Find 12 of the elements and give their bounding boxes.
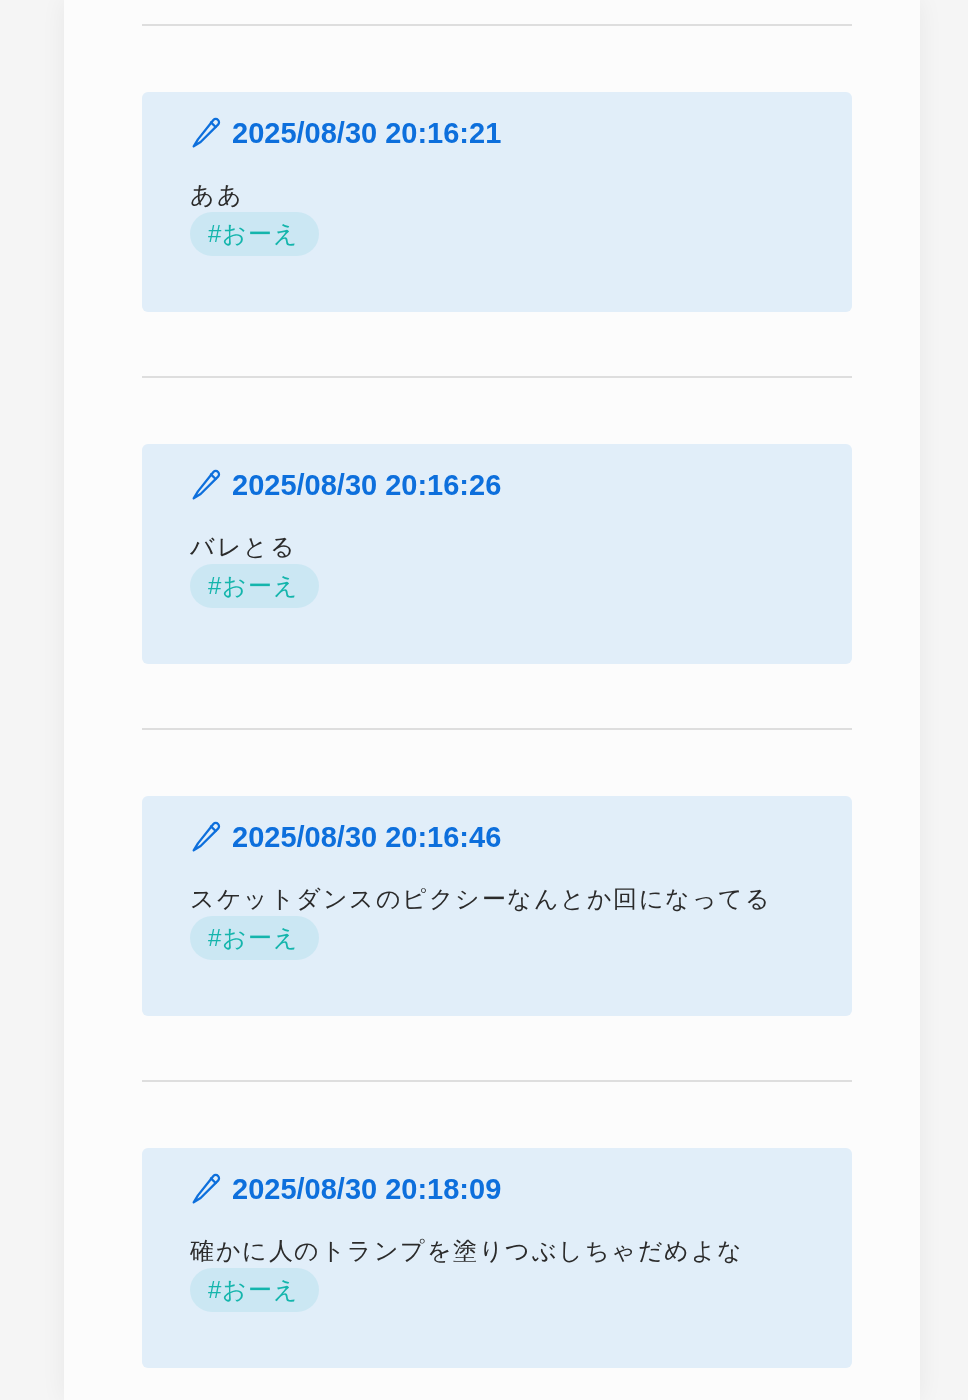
post-timestamp: 2025/08/30 20:16:26	[232, 468, 502, 503]
post-text: バレとる	[190, 532, 297, 562]
post-timestamp: 2025/08/30 20:16:21	[232, 116, 502, 151]
post-timestamp: 2025/08/30 20:16:46	[232, 820, 502, 855]
hashtag-chip[interactable]: #おーえ	[190, 564, 320, 608]
post-text: スケットダンスのピクシーなんとか回になってる	[190, 884, 772, 914]
post-timestamp: 2025/08/30 20:18:09	[232, 1172, 502, 1207]
post-text: ああ	[190, 180, 244, 210]
hashtag-chip[interactable]: #おーえ	[190, 916, 320, 960]
post-text: 確かに人のトランプを塗りつぶしちゃだめよな	[190, 1236, 745, 1266]
hashtag-chip[interactable]: #おーえ	[190, 212, 320, 256]
hashtag-chip[interactable]: #おーえ	[190, 1268, 320, 1312]
